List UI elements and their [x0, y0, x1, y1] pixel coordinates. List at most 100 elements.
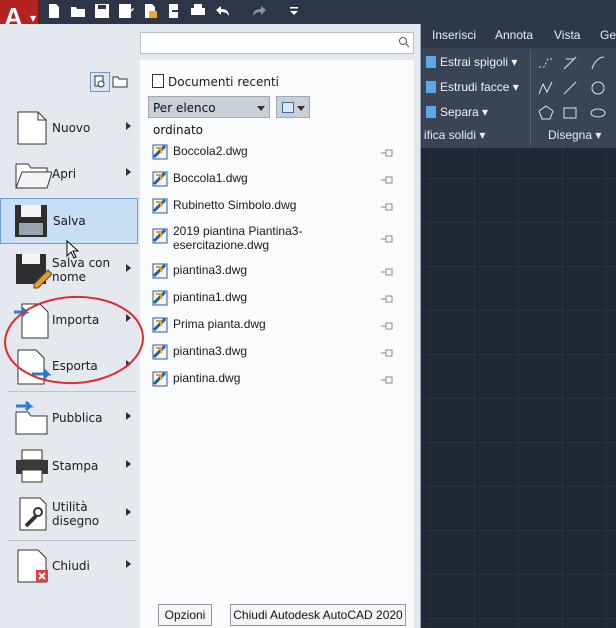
spline-icon[interactable]: [538, 80, 554, 96]
dwg-file-icon: [152, 344, 168, 360]
separate-button[interactable]: Separa ▾: [426, 105, 488, 119]
print-icon[interactable]: [190, 3, 206, 19]
new-icon[interactable]: [46, 3, 62, 19]
pin-icon[interactable]: [380, 233, 394, 243]
recent-file-item[interactable]: Prima pianta.dwg: [152, 313, 408, 337]
ellipse-icon[interactable]: [590, 105, 606, 121]
search-input[interactable]: [140, 32, 414, 54]
menu-item-utilita-disegno[interactable]: Utilità disegno: [8, 492, 136, 536]
recent-file-item[interactable]: 2019 piantina Piantina3- esercitazione.d…: [152, 222, 408, 258]
submenu-arrow-icon: [126, 122, 131, 130]
menu-item-stampa[interactable]: Stampa: [8, 444, 136, 488]
chevron-down-icon: ▼: [30, 14, 37, 23]
recent-documents-panel: Documenti recenti Per elenco ordinato Bo…: [140, 60, 414, 628]
submenu-arrow-icon: [126, 264, 131, 272]
rectangle-icon[interactable]: [562, 105, 578, 121]
view-mode-dropdown[interactable]: [276, 96, 310, 118]
save-disk-icon: [11, 201, 51, 241]
line-icon[interactable]: [562, 80, 578, 96]
ribbon-tabs: Inserisci Annota Vista Ges: [420, 24, 616, 48]
pin-icon[interactable]: [380, 347, 394, 357]
exit-autocad-button[interactable]: Chiudi Autodesk AutoCAD 2020: [230, 604, 406, 626]
dwg-file-icon: [152, 144, 168, 160]
dwg-file-icon: [152, 290, 168, 306]
options-button[interactable]: Opzioni: [158, 604, 212, 626]
share-icon[interactable]: [166, 3, 182, 19]
menu-item-chiudi[interactable]: Chiudi: [8, 544, 136, 588]
submenu-arrow-icon: [126, 412, 131, 420]
arc-icon[interactable]: [590, 55, 606, 71]
icon-view-icon: [282, 102, 294, 113]
dwg-file-icon: [152, 317, 168, 333]
pin-icon[interactable]: [380, 374, 394, 384]
extract-edges-icon: [426, 56, 436, 68]
helix-icon[interactable]: [562, 55, 578, 71]
save-icon[interactable]: [94, 3, 110, 19]
menu-item-pubblica[interactable]: Pubblica: [8, 396, 136, 440]
recent-file-item[interactable]: Boccola1.dwg: [152, 167, 408, 191]
dwg-file-icon: [152, 171, 168, 187]
printer-icon: [12, 446, 52, 486]
tab-annota[interactable]: Annota: [495, 28, 533, 42]
pin-icon[interactable]: [380, 147, 394, 157]
document-icon: [152, 74, 164, 88]
polyline-icon[interactable]: [538, 55, 554, 71]
recent-file-item[interactable]: Boccola2.dwg: [152, 140, 408, 164]
drawing-canvas[interactable]: [420, 148, 616, 628]
polygon-icon[interactable]: [538, 105, 554, 121]
dwg-file-icon: [152, 263, 168, 279]
quick-access-toolbar: [0, 0, 616, 24]
dwg-file-icon: [152, 228, 168, 244]
open-icon[interactable]: [70, 3, 86, 19]
search-icon: [398, 36, 410, 48]
panel-solid-editing-label[interactable]: ifica solidi ▾: [424, 128, 485, 148]
dwg-file-icon: [152, 371, 168, 387]
new-document-icon: [12, 108, 52, 148]
open-web-icon[interactable]: [142, 3, 158, 19]
extract-edges-button[interactable]: Estrai spigoli ▾: [426, 55, 517, 69]
tab-inserisci[interactable]: Inserisci: [432, 28, 476, 42]
extrude-faces-button[interactable]: Estrudi facce ▾: [426, 80, 519, 94]
recent-documents-toggle[interactable]: [90, 72, 110, 92]
save-as-icon: [12, 250, 53, 290]
mouse-cursor-icon: [66, 239, 80, 260]
chevron-down-icon: [257, 106, 265, 111]
circle-icon[interactable]: [590, 80, 606, 96]
recent-file-item[interactable]: piantina3.dwg: [152, 259, 408, 283]
undo-icon[interactable]: [214, 3, 230, 19]
pin-icon[interactable]: [380, 266, 394, 276]
save-as-icon[interactable]: [118, 3, 134, 19]
open-documents-toggle[interactable]: [110, 72, 130, 92]
menu-separator: [8, 391, 136, 392]
tab-gestisci[interactable]: Ges: [600, 28, 616, 42]
ribbon-separator: [530, 50, 531, 146]
recent-file-item[interactable]: piantina3.dwg: [152, 340, 408, 364]
redo-icon[interactable]: [252, 3, 268, 19]
panel-draw-label[interactable]: Disegna ▾: [548, 128, 601, 148]
recent-file-item[interactable]: piantina.dwg: [152, 367, 408, 391]
tab-vista[interactable]: Vista: [554, 28, 580, 42]
menu-item-nuovo[interactable]: Nuovo: [8, 106, 136, 150]
publish-icon: [12, 398, 52, 438]
wrench-icon: [12, 494, 52, 534]
separate-icon: [426, 106, 436, 118]
pin-icon[interactable]: [380, 320, 394, 330]
recent-file-item[interactable]: Rubinetto Simbolo.dwg: [152, 194, 408, 218]
submenu-arrow-icon: [126, 460, 131, 468]
submenu-arrow-icon: [126, 508, 131, 516]
pin-icon[interactable]: [380, 174, 394, 184]
submenu-arrow-icon: [126, 560, 131, 568]
recent-documents-title: Documenti recenti: [152, 74, 279, 89]
submenu-arrow-icon: [126, 168, 131, 176]
pin-icon[interactable]: [380, 201, 394, 211]
pin-icon[interactable]: [380, 293, 394, 303]
menu-separator: [8, 540, 136, 541]
menu-item-apri[interactable]: Apri: [8, 152, 136, 196]
customize-dropdown-icon[interactable]: [286, 3, 302, 19]
recent-file-item[interactable]: piantina1.dwg: [152, 286, 408, 310]
sort-order-dropdown[interactable]: Per elenco ordinato: [148, 96, 270, 137]
close-document-icon: [12, 546, 52, 586]
menu-item-salva[interactable]: Salva: [0, 198, 138, 244]
chevron-down-icon: [297, 106, 305, 111]
dwg-file-icon: [152, 198, 168, 214]
